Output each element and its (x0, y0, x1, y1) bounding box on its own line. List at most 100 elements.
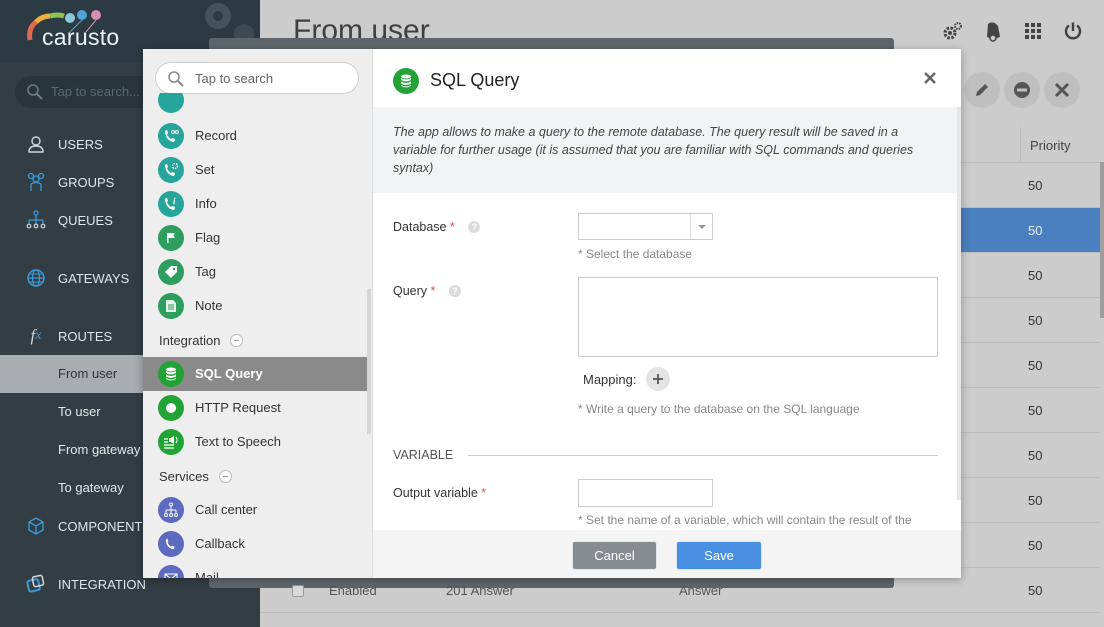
help-icon[interactable]: ? (448, 285, 461, 297)
delete-button[interactable] (1044, 72, 1080, 108)
priority-cell: 50 (1028, 313, 1043, 328)
required-mark: * (450, 220, 455, 234)
dialog-title: SQL Query (430, 70, 520, 90)
dialog-footer: Cancel Save (373, 530, 961, 578)
palette-item-mail[interactable]: Mail (143, 561, 367, 578)
sql-query-dialog: Tap to search Record Set i Info Flag Tag… (143, 49, 961, 578)
field-label-text: Query (393, 284, 428, 298)
search-icon (27, 84, 43, 100)
priority-cell: 50 (1028, 448, 1043, 463)
section-divider (468, 455, 938, 456)
palette-item-label: Flag (195, 230, 221, 245)
palette-item-label: HTTP Request (195, 400, 281, 415)
table-scrollbar[interactable] (1100, 162, 1104, 318)
palette-item-note[interactable]: Note (143, 289, 367, 323)
edit-icon (976, 84, 988, 96)
help-icon[interactable]: ? (468, 221, 481, 233)
save-button[interactable]: Save (676, 541, 762, 570)
disable-icon (1014, 82, 1030, 98)
database-icon (393, 68, 419, 94)
palette-group-services[interactable]: Services (159, 469, 232, 484)
database-select[interactable] (578, 213, 713, 240)
priority-cell: 50 (1028, 583, 1043, 598)
palette-search-input[interactable]: Tap to search (155, 62, 359, 94)
palette-item-flag[interactable]: Flag (143, 221, 367, 255)
row-divider (260, 612, 1100, 613)
settings-icon[interactable] (942, 18, 964, 44)
output-variable-label: Output variable * (393, 486, 486, 500)
palette-item-label: Tag (195, 264, 216, 279)
chevron-down-icon (690, 214, 712, 239)
palette-item-record[interactable]: Record (143, 119, 367, 153)
speech-icon (158, 429, 184, 455)
partial-item-icon (158, 93, 184, 113)
collapse-icon[interactable] (218, 470, 232, 483)
sidebar-subitem-label: From user (58, 366, 118, 381)
callback-phone-icon (158, 531, 184, 557)
sidebar-search-placeholder: Tap to search... (51, 84, 140, 99)
palette-item-callback[interactable]: Callback (143, 527, 367, 561)
palette-item-label: Mail (195, 570, 219, 578)
palette-item-info[interactable]: i Info (143, 187, 367, 221)
plus-icon (653, 374, 664, 384)
delete-icon (1054, 82, 1070, 98)
section-title-variable: VARIABLE (393, 448, 454, 462)
cancel-button[interactable]: Cancel (572, 541, 657, 570)
sidebar-subitem-label: To gateway (58, 480, 124, 495)
form-pane: SQL Query The app allows to make a query… (373, 49, 961, 578)
queues-icon (24, 208, 48, 232)
palette-item-call-center[interactable]: Call center (143, 493, 367, 527)
priority-cell: 50 (1028, 178, 1043, 193)
palette-item-sql-query[interactable]: SQL Query (143, 357, 367, 391)
edit-button[interactable] (964, 72, 1000, 108)
apps-grid-icon[interactable] (1022, 18, 1044, 44)
palette-item-http-request[interactable]: HTTP Request (143, 391, 367, 425)
status-cell: Enabled (329, 583, 377, 598)
priority-cell: 50 (1028, 403, 1043, 418)
power-icon[interactable] (1062, 18, 1084, 44)
column-header-label: Priority (1030, 138, 1071, 153)
phone-record-icon (158, 123, 184, 149)
priority-cell: 50 (1028, 358, 1043, 373)
palette-item-set[interactable]: Set (143, 153, 367, 187)
type-cell: Answer (679, 583, 723, 598)
form-scrollbar[interactable] (957, 107, 961, 500)
sidebar-item-label: Gateways (58, 270, 130, 286)
integration-icon (24, 572, 48, 596)
close-icon (924, 72, 936, 84)
palette-group-integration[interactable]: Integration (159, 333, 244, 348)
disable-button[interactable] (1004, 72, 1040, 108)
mapping-row: Mapping: (583, 367, 671, 391)
groups-icon (24, 170, 48, 194)
add-mapping-button[interactable] (646, 367, 671, 391)
globe-icon (24, 266, 48, 290)
user-icon (24, 132, 48, 156)
logo-text: carusto (42, 24, 120, 50)
priority-cell: 50 (1028, 493, 1043, 508)
palette-item-tag[interactable]: Tag (143, 255, 367, 289)
mail-icon (158, 565, 184, 578)
name-cell: 201 Answer (446, 583, 514, 598)
column-header-priority[interactable]: Priority (1020, 127, 1104, 163)
palette-scrollbar[interactable] (367, 289, 371, 434)
query-textarea[interactable] (578, 277, 938, 357)
output-variable-input[interactable] (578, 479, 713, 507)
field-label-text: Database (393, 220, 447, 234)
note-icon (158, 293, 184, 319)
collapse-icon[interactable] (230, 334, 244, 347)
component-palette: Tap to search Record Set i Info Flag Tag… (143, 49, 373, 578)
group-label: Services (159, 469, 209, 484)
palette-item-label: Note (195, 298, 223, 313)
notifications-bell-icon[interactable] (982, 18, 1004, 44)
sidebar-subitem-label: To user (58, 404, 101, 419)
mapping-label: Mapping: (583, 371, 637, 387)
sidebar-subitem-label: From gateway (58, 442, 141, 457)
close-button[interactable] (921, 69, 939, 87)
fx-icon: fx (30, 326, 42, 345)
palette-item-text-to-speech[interactable]: Text to Speech (143, 425, 367, 459)
call-center-icon (158, 497, 184, 523)
phone-gear-icon (158, 157, 184, 183)
row-checkbox[interactable] (292, 585, 304, 597)
palette-search-placeholder: Tap to search (195, 71, 274, 86)
palette-item-label: Text to Speech (195, 434, 281, 449)
